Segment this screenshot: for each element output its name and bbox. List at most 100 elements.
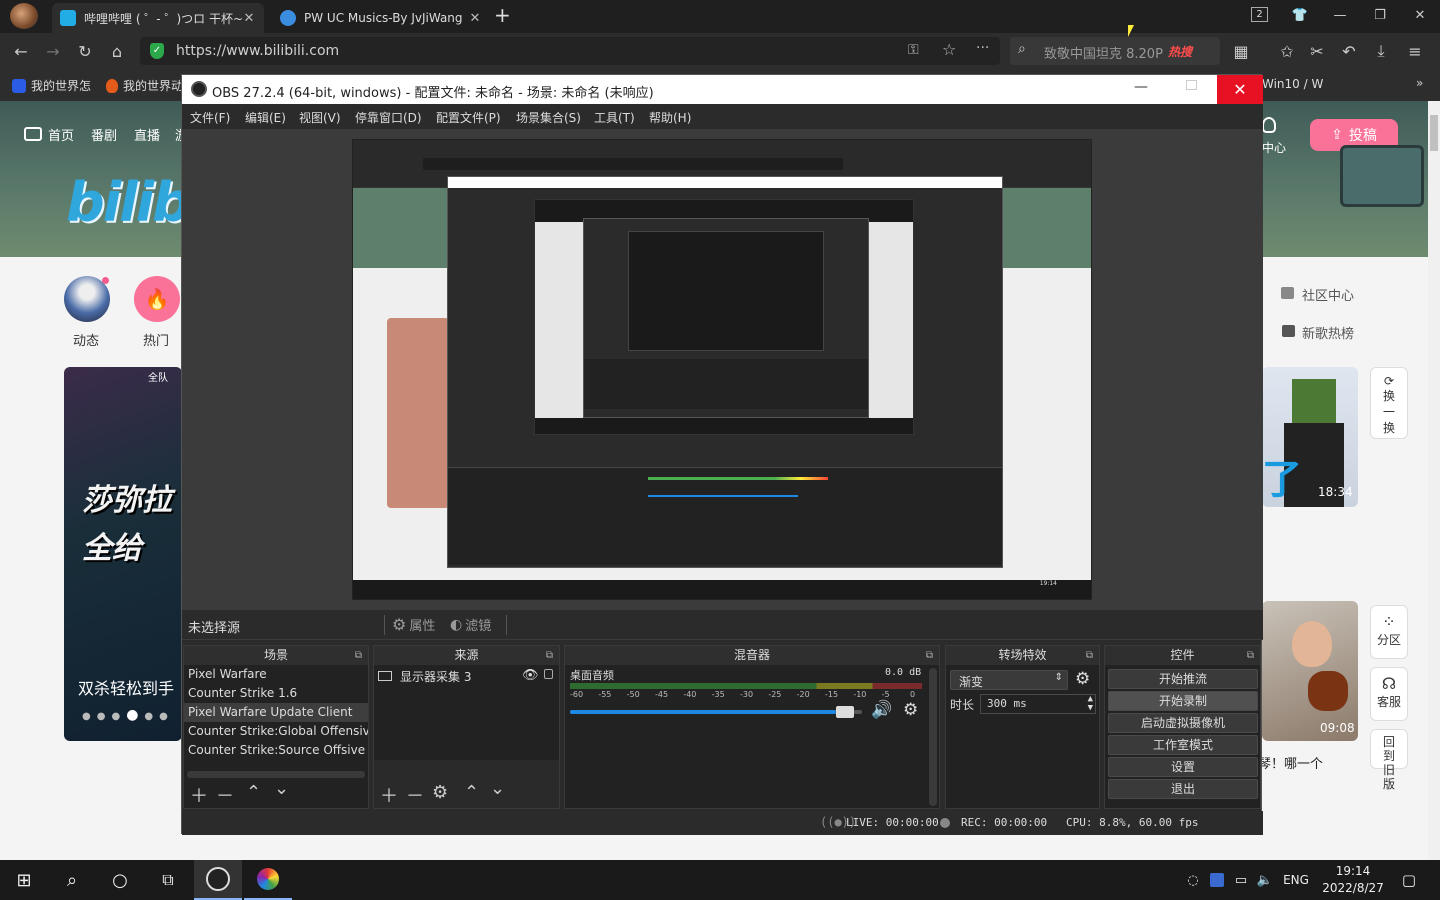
tab-pw-musics[interactable]: PW UC Musics-By JvJiWang ✕	[272, 3, 490, 33]
carousel-dots[interactable]: ●●●●●●	[82, 707, 174, 723]
start-recording-button[interactable]: 开始录制	[1108, 691, 1258, 711]
duration-spinbox[interactable]: 300 ms ▲ ▼	[980, 694, 1096, 714]
star-icon[interactable]: ☆	[942, 40, 956, 59]
scene-item[interactable]: Counter Strike:Global Offensive	[184, 722, 368, 741]
menu-view[interactable]: 视图(V)	[299, 109, 341, 126]
creator-lightbulb-icon[interactable]	[1262, 117, 1276, 133]
scene-item[interactable]: Pixel Warfare	[184, 665, 368, 684]
volume-slider-track[interactable]	[570, 706, 862, 718]
restore-icon[interactable]: ❐	[1360, 0, 1400, 30]
creator-center-link[interactable]: 中心	[1262, 139, 1286, 156]
volume-icon[interactable]: 🔈	[1254, 860, 1276, 900]
nav-live[interactable]: 直播	[134, 125, 160, 144]
side-link-community[interactable]: 社区中心	[1302, 285, 1354, 304]
close-tab-icon[interactable]: ✕	[242, 11, 256, 26]
apps-grid-icon[interactable]: ▦	[1228, 39, 1254, 63]
filters-button[interactable]: ◐ 滤镜	[450, 615, 491, 635]
nav-anime[interactable]: 番剧	[91, 125, 117, 144]
add-scene-icon[interactable]: ＋	[190, 782, 208, 808]
nav-home[interactable]: 首页	[48, 125, 74, 144]
mixer-dock-header[interactable]: 混音器 ⧉	[565, 646, 939, 665]
obs-maximize-icon[interactable]	[1186, 80, 1197, 90]
minimize-icon[interactable]: —	[1320, 0, 1360, 30]
start-streaming-button[interactable]: 开始推流	[1108, 669, 1258, 689]
url-text[interactable]: https://www.bilibili.com	[176, 43, 339, 59]
lock-icon[interactable]	[544, 669, 553, 679]
new-tab-button[interactable]: +	[494, 3, 511, 27]
side-link-hot-songs[interactable]: 新歌热榜	[1302, 323, 1354, 342]
video-card-violin[interactable]: 09:08	[1262, 601, 1358, 741]
obs-titlebar[interactable]: OBS 27.2.4 (64-bit, windows) - 配置文件: 未命名…	[182, 75, 1263, 104]
browser-taskbar-icon[interactable]	[244, 860, 292, 900]
download-icon[interactable]: ⤓	[1368, 39, 1394, 63]
search-box[interactable]: ⌕ 致敬中国坦克 8.20P 热搜	[1010, 37, 1220, 65]
settings-button[interactable]: 设置	[1108, 757, 1258, 777]
undock-icon[interactable]: ⧉	[1086, 646, 1093, 665]
float-old-version-button[interactable]: 回到旧版	[1370, 729, 1408, 791]
shortcut-dynamic-label[interactable]: 动态	[73, 330, 99, 349]
address-bar[interactable]: ✓ https://www.bilibili.com ⚿ ☆ ···	[140, 37, 1000, 65]
spin-arrows-icon[interactable]: ▲ ▼	[1088, 695, 1093, 713]
audio-settings-gear-icon[interactable]: ⚙	[903, 700, 918, 720]
tab-bilibili[interactable]: 哔哩哔哩 ( ゜- ゜)つロ 干杯~- ✕	[52, 3, 264, 33]
eye-visible-icon[interactable]: 👁	[522, 668, 539, 683]
tv-icon[interactable]	[24, 127, 42, 141]
menu-tools[interactable]: 工具(T)	[594, 109, 635, 126]
tray-icon[interactable]: ◌	[1182, 860, 1204, 900]
move-up-icon[interactable]: ⌃	[246, 782, 261, 803]
search-icon[interactable]: ⌕	[48, 860, 96, 900]
close-icon[interactable]: ✕	[1400, 0, 1440, 30]
shirt-skin-icon[interactable]: 👕	[1280, 0, 1320, 30]
scene-item[interactable]: Counter Strike:Source Offsive	[184, 741, 368, 760]
studio-mode-button[interactable]: 工作室模式	[1108, 735, 1258, 755]
scene-item[interactable]: Pixel Warfare Update Client	[184, 703, 368, 722]
hot-flame-icon[interactable]: 🔥	[134, 276, 180, 322]
scrollbar-thumb[interactable]	[1430, 115, 1438, 151]
scene-item[interactable]: Counter Strike 1.6	[184, 684, 368, 703]
obs-taskbar-icon[interactable]	[194, 860, 242, 900]
windows-start-icon[interactable]: ⊞	[0, 860, 48, 900]
transition-settings-gear-icon[interactable]: ⚙	[1075, 669, 1090, 689]
reload-icon[interactable]: ↻	[72, 39, 98, 63]
obs-minimize-icon[interactable]: —	[1134, 79, 1148, 95]
more-icon[interactable]: ···	[976, 40, 989, 56]
move-up-icon[interactable]: ⌃	[464, 782, 479, 803]
remove-source-icon[interactable]: －	[406, 782, 424, 808]
menu-docks[interactable]: 停靠窗口(D)	[355, 109, 422, 126]
menu-help[interactable]: 帮助(H)	[649, 109, 691, 126]
task-view-icon[interactable]: ⧉	[144, 860, 192, 900]
speaker-icon[interactable]: 🔊	[871, 700, 892, 720]
float-category-button[interactable]: ⁘ 分区	[1370, 605, 1408, 659]
video-card-minecraft[interactable]: 了 18:34	[1262, 367, 1358, 507]
properties-button[interactable]: ⚙ 属性	[392, 615, 435, 634]
scene-list-scrollbar[interactable]	[187, 771, 365, 778]
scene-list[interactable]: Pixel Warfare Counter Strike 1.6 Pixel War…	[184, 665, 368, 771]
forward-icon[interactable]: →	[40, 39, 66, 63]
clock[interactable]: 19:14 2022/8/27	[1318, 863, 1388, 897]
obs-preview-canvas[interactable]: 19:14	[352, 139, 1092, 600]
network-icon[interactable]: ▭	[1230, 860, 1252, 900]
bookmark-item[interactable]: Win10 / W	[1262, 77, 1323, 91]
refresh-button[interactable]: ⟳ 换一换	[1370, 367, 1408, 439]
menu-edit[interactable]: 编辑(E)	[245, 109, 286, 126]
back-icon[interactable]: ←	[8, 39, 34, 63]
page-scrollbar[interactable]	[1428, 101, 1440, 860]
cortana-icon[interactable]: ○	[96, 860, 144, 900]
hot-search-badge[interactable]: 热搜	[1168, 43, 1192, 60]
bookmarks-overflow-icon[interactable]: »	[1416, 76, 1423, 90]
undock-icon[interactable]: ⧉	[1247, 646, 1254, 665]
menu-scene-collection[interactable]: 场景集合(S)	[516, 109, 581, 126]
mixer-scrollbar[interactable]	[929, 668, 937, 806]
undock-icon[interactable]: ⧉	[546, 646, 553, 665]
scenes-dock-header[interactable]: 场景 ⧉	[184, 646, 368, 665]
volume-slider-handle[interactable]	[836, 706, 854, 718]
browser-avatar[interactable]	[10, 3, 38, 29]
window-count-badge[interactable]: 2	[1251, 7, 1268, 22]
move-down-icon[interactable]: ⌄	[274, 778, 289, 799]
move-down-icon[interactable]: ⌄	[490, 778, 505, 799]
menu-icon[interactable]: ≡	[1402, 39, 1428, 63]
start-virtual-camera-button[interactable]: 启动虚拟摄像机	[1108, 713, 1258, 733]
bookmark-item[interactable]: 我的世界动	[106, 77, 183, 94]
favorites-icon[interactable]: ✩	[1274, 39, 1300, 63]
notification-icon[interactable]: ▢	[1394, 860, 1424, 900]
